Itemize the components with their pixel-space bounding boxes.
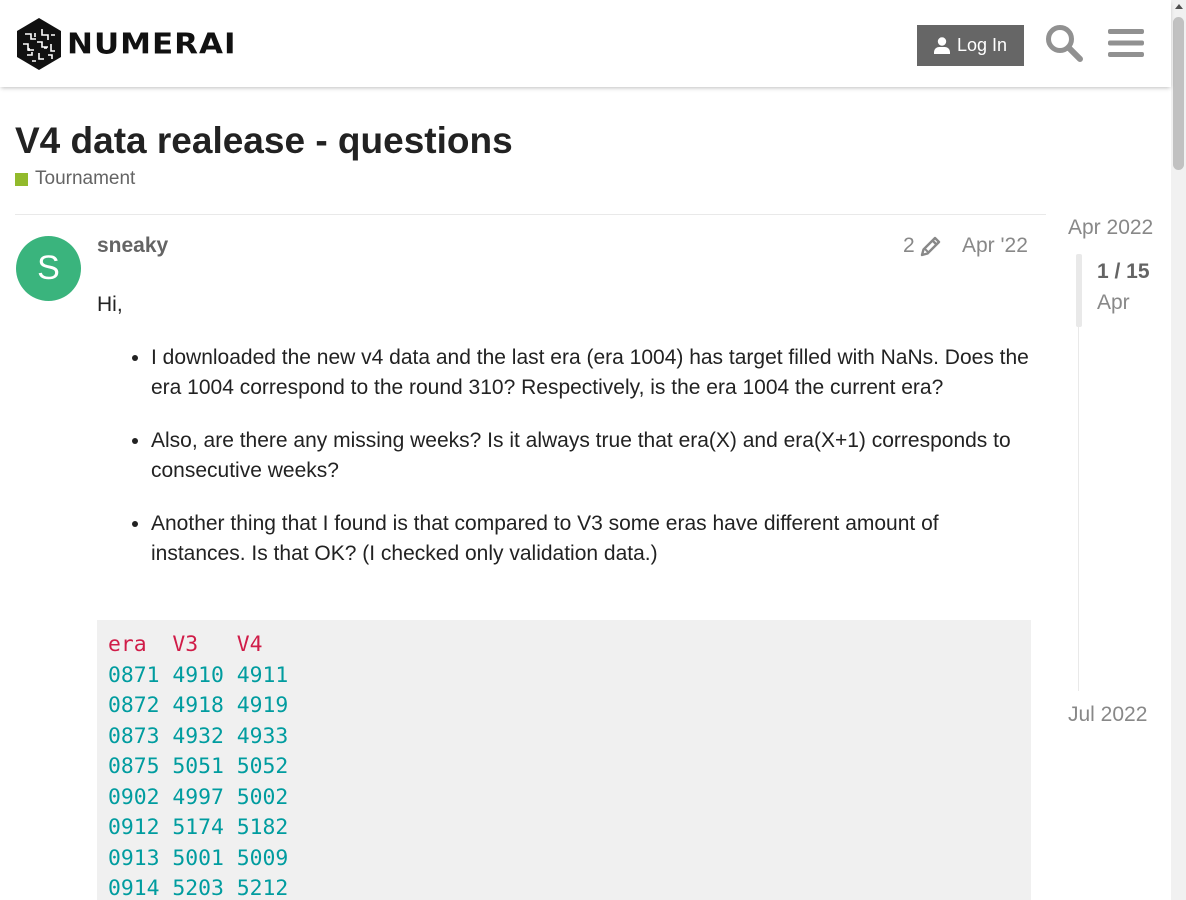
scroll-up-arrow-icon[interactable] (1175, 4, 1183, 9)
log-in-button[interactable]: Log In (917, 25, 1024, 66)
post-question-list: I downloaded the new v4 data and the las… (97, 343, 1031, 570)
timeline-handle[interactable] (1076, 254, 1082, 327)
code-header-line: era V3 V4 (108, 632, 263, 657)
code-line: 0902 4997 5002 (108, 784, 289, 810)
code-line: 0914 5203 5212 (108, 876, 289, 900)
hamburger-menu-icon[interactable] (1106, 22, 1146, 64)
code-line: 0913 5001 5009 (108, 845, 289, 871)
post-body: Hi, I downloaded the new v4 data and the… (97, 290, 1031, 592)
timeline-current-date: Apr (1097, 291, 1130, 314)
timeline-start-date[interactable]: Apr 2022 (1068, 216, 1153, 240)
list-item: Also, are there any missing weeks? Is it… (151, 426, 1031, 487)
site-logo[interactable]: NUMERAI (15, 17, 237, 71)
scrollbar-thumb[interactable] (1173, 17, 1184, 170)
edit-count: 2 (903, 234, 915, 257)
list-item: Another thing that I found is that compa… (151, 509, 1031, 570)
code-line: 0871 4910 4911 (108, 662, 289, 688)
post-date[interactable]: Apr '22 (962, 234, 1028, 258)
user-icon (933, 37, 950, 54)
log-in-label: Log In (956, 35, 1008, 55)
topic-title[interactable]: V4 data realease - questions (15, 120, 513, 162)
code-line: 0872 4918 4919 (108, 693, 289, 718)
logo-wordmark: NUMERAI (67, 27, 237, 61)
category-color-badge (15, 172, 28, 186)
avatar-letter: S (37, 249, 60, 287)
code-line: 0875 5051 5052 (108, 754, 289, 779)
page-scrollbar[interactable] (1171, 0, 1186, 900)
timeline-end-date[interactable]: Jul 2022 (1068, 703, 1147, 727)
edit-history-button[interactable]: 2 (903, 234, 943, 258)
site-header: NUMERAI Log In (0, 0, 1171, 87)
search-icon[interactable] (1044, 22, 1084, 64)
list-item: I downloaded the new v4 data and the las… (151, 343, 1031, 404)
code-line: 0873 4932 4933 (108, 723, 289, 749)
post-username[interactable]: sneaky (97, 234, 168, 258)
code-block: era V3 V4 0871 4910 4911 0872 4918 4919 087… (97, 620, 1031, 900)
post-greeting: Hi, (97, 293, 123, 316)
topic-divider (15, 214, 1046, 215)
category-link[interactable]: Tournament (15, 168, 135, 190)
category-label: Tournament (35, 168, 136, 189)
avatar[interactable]: S (16, 236, 81, 301)
code-line: 0912 5174 5182 (108, 815, 289, 840)
logo-mark-icon (17, 18, 61, 70)
timeline-progress[interactable]: 1 / 15 (1097, 260, 1150, 284)
pencil-icon (920, 236, 940, 257)
